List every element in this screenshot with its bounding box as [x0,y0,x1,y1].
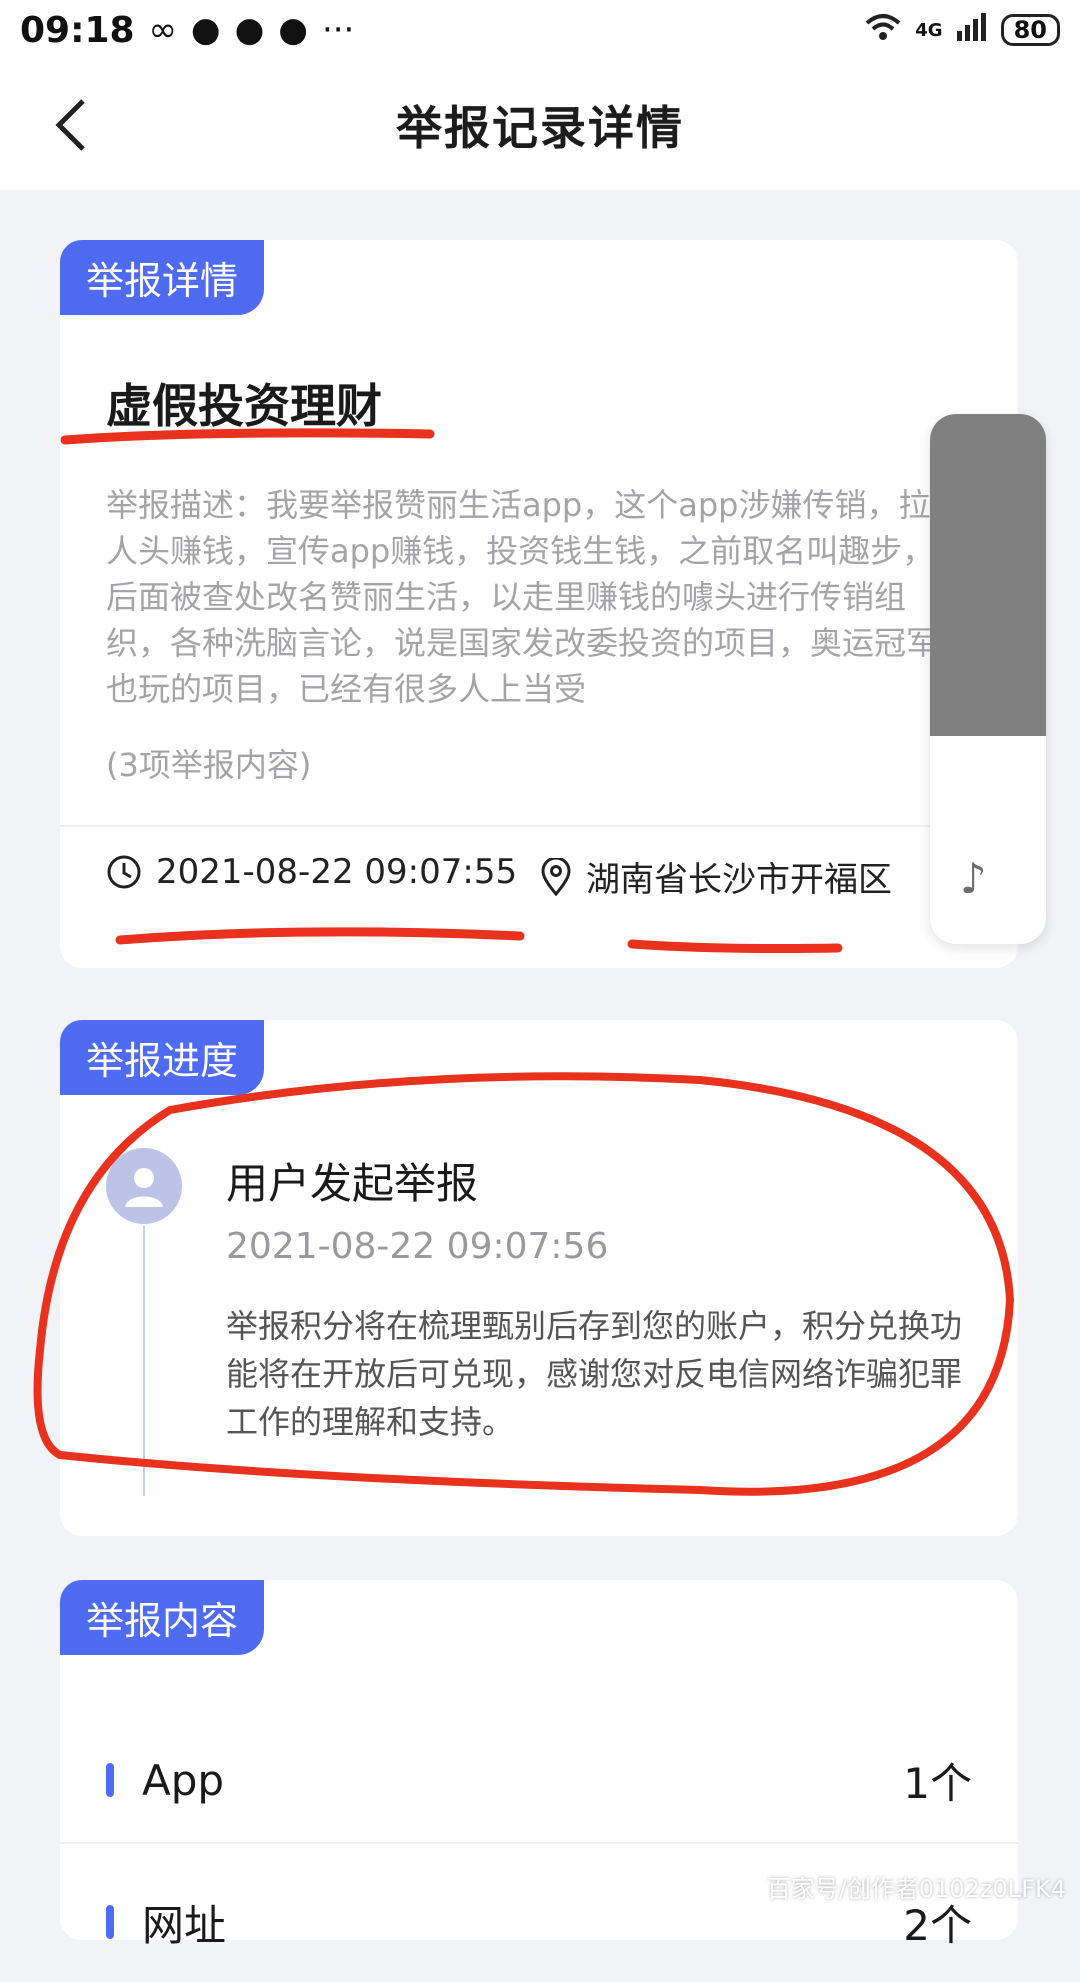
row-marker [106,1905,114,1939]
back-button[interactable] [36,90,106,160]
chevron-left-icon [51,97,91,153]
more-notifications-icon: ··· [322,10,354,50]
report-title: 虚假投资理财 [106,370,382,436]
report-location-text: 湖南省长沙市开福区 [586,852,892,901]
report-detail-tag: 举报详情 [60,240,264,315]
row-marker [106,1763,114,1797]
progress-step-time: 2021-08-22 09:07:56 [226,1226,608,1267]
report-description: 举报描述：我要举报赞丽生活app，这个app涉嫌传销，拉人头赚钱，宣传app赚钱… [106,482,956,712]
status-right: 4G 80 [865,13,1060,48]
network-label: 4G [915,20,942,41]
watermark: 百家号/创作者0102z0LFK4 [767,1869,1066,1904]
divider [60,825,1018,827]
timeline-line [143,1226,145,1496]
status-time: 09:18 [20,10,135,51]
clock-icon [106,854,142,890]
infinity-icon: ∞ [149,10,177,50]
signal-icon [957,13,987,48]
content-row-app[interactable]: App 1个 [60,1720,1018,1840]
page-title: 举报记录详情 [396,92,684,158]
report-content-count: (3项举报内容) [106,740,311,786]
battery-indicator: 80 [1001,14,1060,46]
chat-bubble-icon: ● [191,10,221,50]
progress-step-title: 用户发起举报 [226,1150,478,1211]
row-divider [60,1842,1018,1844]
content-row-label: 网址 [142,1892,226,1953]
report-time: 2021-08-22 09:07:55 [106,852,517,892]
user-avatar-icon [106,1148,182,1224]
location-pin-icon [540,858,572,896]
comment-icon: ● [278,10,308,50]
content-row-count: 1个 [903,1750,972,1811]
report-progress-card: 举报进度 用户发起举报 2021-08-22 09:07:56 举报积分将在梳理… [60,1020,1018,1536]
message-icon: ● [235,10,265,50]
wifi-icon [865,13,901,48]
content-row-label: App [142,1756,224,1805]
progress-step-description: 举报积分将在梳理甄别后存到您的账户，积分兑换功能将在开放后可兑现，感谢您对反电信… [226,1302,966,1446]
music-note-icon[interactable]: ♪ [960,854,987,903]
report-progress-tag: 举报进度 [60,1020,264,1095]
volume-slider-fill[interactable] [930,414,1046,736]
report-content-tag: 举报内容 [60,1580,264,1655]
status-bar: 09:18 ∞ ● ● ● ··· 4G 80 [0,0,1080,60]
report-time-text: 2021-08-22 09:07:55 [156,852,517,892]
floating-volume-panel[interactable]: ♪ [930,414,1046,944]
report-detail-card: 举报详情 虚假投资理财 举报描述：我要举报赞丽生活app，这个app涉嫌传销，拉… [60,240,1018,968]
nav-bar: 举报记录详情 [0,60,1080,190]
report-location: 湖南省长沙市开福区 [540,852,892,901]
